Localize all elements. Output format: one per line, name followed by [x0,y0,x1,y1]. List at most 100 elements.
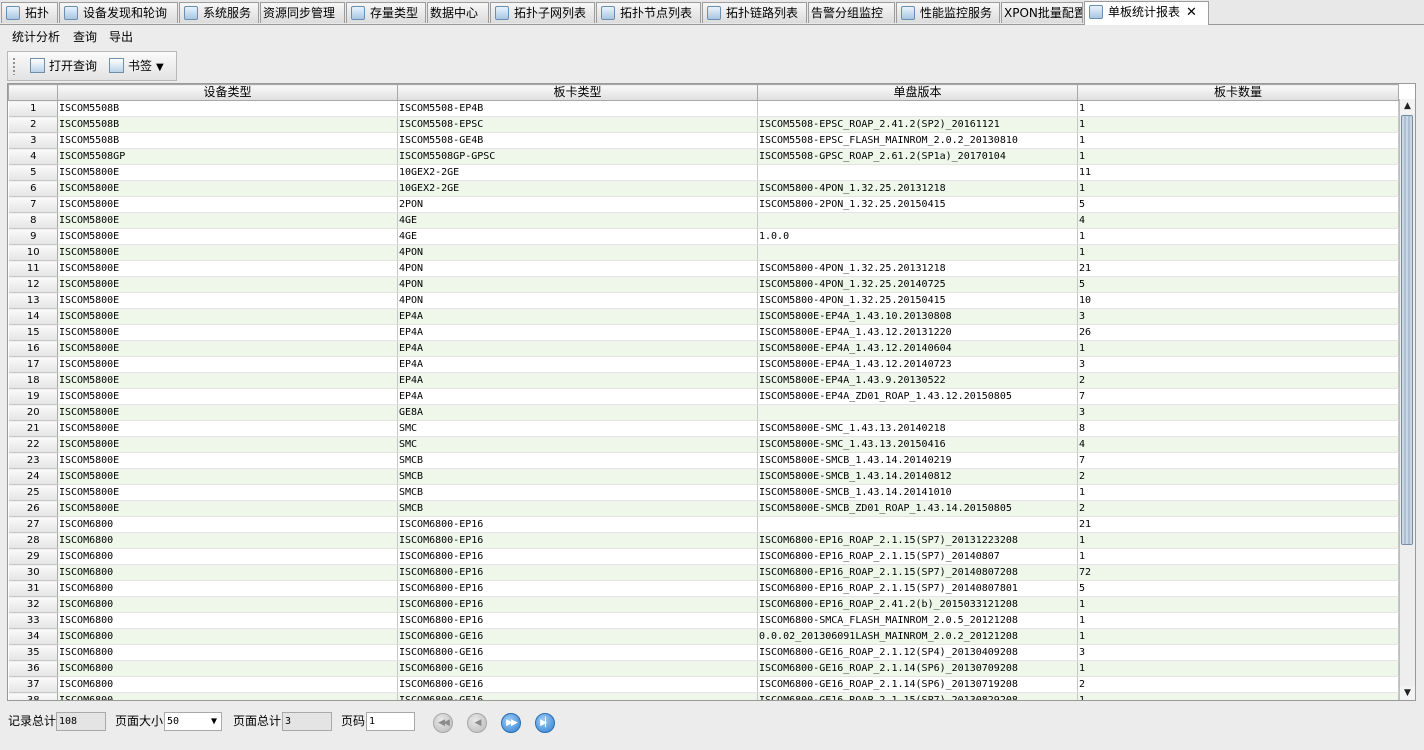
cell-device-type[interactable]: ISCOM5800E [57,212,398,229]
cell-card-type[interactable]: ISCOM6800-EP16 [397,596,758,613]
menu-stat-analysis[interactable]: 统计分析 [11,25,61,49]
cell-card-count[interactable]: 1 [1077,612,1399,629]
cell-device-type[interactable]: ISCOM5800E [57,196,398,213]
table-row[interactable]: 18 ISCOM5800E EP4A ISCOM5800E-EP4A_1.43.9.2… [8,372,1399,389]
table-row[interactable]: 38 ISCOM6800 ISCOM6800-GE16 ISCOM6800-GE16_… [8,692,1399,700]
table-row[interactable]: 16 ISCOM5800E EP4A ISCOM5800E-EP4A_1.43.12.… [8,340,1399,357]
cell-card-type[interactable]: 4GE [397,228,758,245]
column-header-device-type[interactable]: 设备类型 [57,84,398,101]
cell-version[interactable]: ISCOM5800E-SMC_1.43.13.20140218 [757,420,1078,437]
cell-card-count[interactable]: 21 [1077,516,1399,533]
table-row[interactable]: 26 ISCOM5800E SMCB ISCOM5800E-SMCB_ZD01_ROA… [8,500,1399,517]
cell-device-type[interactable]: ISCOM6800 [57,644,398,661]
table-row[interactable]: 27 ISCOM6800 ISCOM6800-EP16 21 [8,516,1399,533]
cell-card-count[interactable]: 7 [1077,388,1399,405]
cell-card-type[interactable]: ISCOM6800-EP16 [397,516,758,533]
scroll-down-icon[interactable]: ▼ [1400,686,1415,700]
cell-card-count[interactable]: 26 [1077,324,1399,341]
cell-device-type[interactable]: ISCOM5800E [57,356,398,373]
cell-version[interactable]: ISCOM5800-2PON_1.32.25.20150415 [757,196,1078,213]
cell-card-count[interactable]: 7 [1077,452,1399,469]
cell-device-type[interactable]: ISCOM6800 [57,532,398,549]
cell-version[interactable]: ISCOM5800E-SMC_1.43.13.20150416 [757,436,1078,453]
cell-device-type[interactable]: ISCOM5800E [57,228,398,245]
previous-page-icon[interactable]: ◀ [467,713,487,733]
tab-2[interactable]: 设备发现和轮询 [59,2,178,23]
vertical-scrollbar[interactable]: ▲ ▼ [1399,99,1415,700]
cell-card-count[interactable]: 4 [1077,436,1399,453]
cell-version[interactable]: ISCOM5800E-SMCB_1.43.14.20141010 [757,484,1078,501]
column-header-version[interactable]: 单盘版本 [757,84,1078,101]
cell-card-count[interactable]: 72 [1077,564,1399,581]
cell-device-type[interactable]: ISCOM5800E [57,260,398,277]
cell-device-type[interactable]: ISCOM5800E [57,180,398,197]
cell-card-count[interactable]: 2 [1077,372,1399,389]
table-row[interactable]: 37 ISCOM6800 ISCOM6800-GE16 ISCOM6800-GE16_… [8,676,1399,693]
cell-card-type[interactable]: 10GEX2-2GE [397,180,758,197]
cell-card-type[interactable]: ISCOM5508-GE4B [397,132,758,149]
cell-version[interactable]: ISCOM5800E-EP4A_ZD01_ROAP_1.43.12.201508… [757,388,1078,405]
cell-card-type[interactable]: ISCOM6800-GE16 [397,676,758,693]
cell-card-type[interactable]: EP4A [397,388,758,405]
cell-card-count[interactable]: 1 [1077,692,1399,700]
cell-version[interactable]: ISCOM6800-GE16_ROAP_2.1.12(SP4)_20130409… [757,644,1078,661]
cell-card-type[interactable]: ISCOM5508-EP4B [397,100,758,117]
cell-version[interactable] [757,100,1078,117]
tab-7[interactable]: 拓扑子网列表 [490,2,595,23]
cell-card-type[interactable]: GE8A [397,404,758,421]
table-row[interactable]: 17 ISCOM5800E EP4A ISCOM5800E-EP4A_1.43.12.… [8,356,1399,373]
next-page-icon[interactable]: ▶▶ [501,713,521,733]
cell-device-type[interactable]: ISCOM5800E [57,324,398,341]
tab-6[interactable]: 数据中心 [427,2,489,23]
cell-version[interactable]: ISCOM6800-EP16_ROAP_2.1.15(SP7)_20140807… [757,580,1078,597]
cell-version[interactable]: ISCOM5508-EPSC_FLASH_MAINROM_2.0.2_20130… [757,132,1078,149]
cell-card-type[interactable]: SMCB [397,468,758,485]
column-header-card-count[interactable]: 板卡数量 [1077,84,1399,101]
cell-version[interactable] [757,212,1078,229]
scrollbar-thumb[interactable] [1401,115,1413,545]
cell-version[interactable]: ISCOM5508-GPSC_ROAP_2.61.2(SP1a)_2017010… [757,148,1078,165]
cell-version[interactable]: ISCOM5800-4PON_1.32.25.20150415 [757,292,1078,309]
tab-1[interactable]: 拓扑 [1,2,58,23]
table-row[interactable]: 20 ISCOM5800E GE8A 3 [8,404,1399,421]
cell-version[interactable] [757,244,1078,261]
cell-card-count[interactable]: 21 [1077,260,1399,277]
menu-query[interactable]: 查询 [72,25,98,49]
cell-card-type[interactable]: SMC [397,436,758,453]
cell-version[interactable]: ISCOM5800E-SMCB_ZD01_ROAP_1.43.14.201508… [757,500,1078,517]
cell-device-type[interactable]: ISCOM5800E [57,292,398,309]
cell-card-type[interactable]: ISCOM6800-GE16 [397,660,758,677]
cell-version[interactable] [757,516,1078,533]
cell-version[interactable]: 1.0.0 [757,228,1078,245]
cell-card-type[interactable]: ISCOM5508-EPSC [397,116,758,133]
cell-card-type[interactable]: EP4A [397,324,758,341]
first-page-icon[interactable]: ◀◀ [433,713,453,733]
table-row[interactable]: 5 ISCOM5800E 10GEX2-2GE 11 [8,164,1399,181]
cell-card-count[interactable]: 2 [1077,500,1399,517]
table-row[interactable]: 28 ISCOM6800 ISCOM6800-EP16 ISCOM6800-EP16_… [8,532,1399,549]
cell-card-type[interactable]: ISCOM5508GP-GPSC [397,148,758,165]
cell-card-count[interactable]: 5 [1077,276,1399,293]
cell-card-type[interactable]: ISCOM6800-EP16 [397,612,758,629]
cell-version[interactable]: ISCOM5800-4PON_1.32.25.20140725 [757,276,1078,293]
table-row[interactable]: 10 ISCOM5800E 4PON 1 [8,244,1399,261]
cell-card-count[interactable]: 2 [1077,468,1399,485]
cell-card-count[interactable]: 1 [1077,148,1399,165]
cell-device-type[interactable]: ISCOM5800E [57,420,398,437]
tab-11[interactable]: 性能监控服务 [896,2,1000,23]
cell-version[interactable]: ISCOM6800-EP16_ROAP_2.1.15(SP7)_20140807… [757,564,1078,581]
table-row[interactable]: 29 ISCOM6800 ISCOM6800-EP16 ISCOM6800-EP16_… [8,548,1399,565]
table-row[interactable]: 11 ISCOM5800E 4PON ISCOM5800-4PON_1.32.25.2… [8,260,1399,277]
table-row[interactable]: 14 ISCOM5800E EP4A ISCOM5800E-EP4A_1.43.10.… [8,308,1399,325]
cell-card-type[interactable]: ISCOM6800-GE16 [397,644,758,661]
cell-device-type[interactable]: ISCOM6800 [57,612,398,629]
cell-card-type[interactable]: ISCOM6800-EP16 [397,580,758,597]
cell-card-type[interactable]: 4GE [397,212,758,229]
tab-13[interactable]: 单板统计报表 ✕ [1084,1,1209,25]
cell-device-type[interactable]: ISCOM5508GP [57,148,398,165]
cell-card-type[interactable]: ISCOM6800-EP16 [397,564,758,581]
cell-version[interactable]: ISCOM5800E-SMCB_1.43.14.20140812 [757,468,1078,485]
last-page-icon[interactable]: ▶▏ [535,713,555,733]
table-row[interactable]: 6 ISCOM5800E 10GEX2-2GE ISCOM5800-4PON_1.32… [8,180,1399,197]
cell-card-type[interactable]: EP4A [397,372,758,389]
